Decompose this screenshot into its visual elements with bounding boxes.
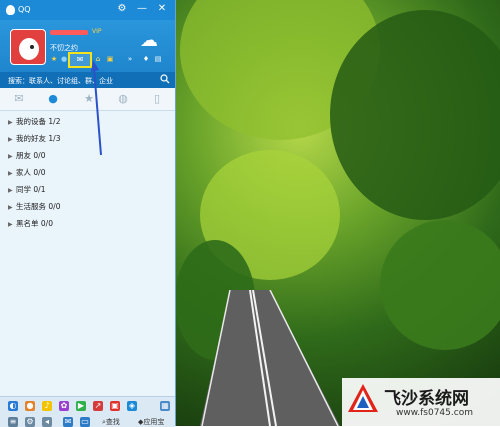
expand-arrow-icon: ▶ bbox=[8, 170, 13, 177]
penguin-icon[interactable]: ● bbox=[25, 401, 35, 411]
expand-arrow-icon: ▶ bbox=[8, 136, 13, 143]
status-dot-icon[interactable]: ● bbox=[60, 55, 68, 63]
tab-mobile-icon[interactable]: ▯ bbox=[150, 92, 164, 106]
group-item[interactable]: ▶ 家人 0/0 bbox=[8, 167, 45, 178]
qq-titlebar[interactable]: QQ ⚙ — ✕ bbox=[0, 0, 175, 20]
id-icon[interactable]: ▣ bbox=[110, 401, 120, 411]
mail-icon[interactable]: ✉ bbox=[68, 52, 92, 68]
find-label: 查找 bbox=[105, 418, 120, 426]
main-tabs: ✉ ● ★ ◍ ▯ bbox=[0, 88, 175, 111]
group-count: 0/0 bbox=[40, 219, 53, 228]
site-watermark: 飞沙系统网 www.fs0745.com bbox=[342, 378, 500, 426]
more-icon[interactable]: » bbox=[126, 55, 134, 63]
expand-arrow-icon: ▶ bbox=[8, 221, 13, 228]
group-count: 0/1 bbox=[33, 185, 46, 194]
tab-contacts-icon[interactable]: ● bbox=[46, 92, 60, 106]
group-count: 0/0 bbox=[33, 168, 46, 177]
app-store-label: 应用宝 bbox=[143, 418, 165, 426]
tab-messages-icon[interactable]: ✉ bbox=[12, 92, 26, 106]
qq-main-panel: QQ ⚙ — ✕ VIP 不忉之约 ★ ● ⌂ ▣ » ♦ ▤ ✉ ☁ 搜索：联… bbox=[0, 0, 176, 427]
annotation-arrow bbox=[91, 60, 102, 156]
music-icon[interactable]: ♪ bbox=[42, 401, 52, 411]
settings-icon[interactable]: ⚙ bbox=[116, 3, 128, 15]
vip-badge[interactable]: VIP bbox=[92, 28, 102, 35]
qq-zone-icon[interactable]: ◐ bbox=[8, 401, 18, 411]
group-name: 生活服务 bbox=[16, 202, 46, 211]
group-item[interactable]: ▶ 黑名单 0/0 bbox=[8, 218, 53, 229]
group-name: 同学 bbox=[16, 185, 31, 194]
group-count: 1/3 bbox=[48, 134, 61, 143]
cloud-sun-icon[interactable]: ☁ bbox=[140, 30, 166, 52]
minimize-icon[interactable]: — bbox=[136, 3, 148, 15]
nickname-redacted[interactable] bbox=[50, 30, 88, 35]
group-count: 0/0 bbox=[48, 202, 61, 211]
expand-arrow-icon: ▶ bbox=[8, 187, 13, 194]
search-icon[interactable] bbox=[160, 74, 170, 84]
dog-avatar-icon bbox=[19, 38, 39, 60]
group-name: 朋友 bbox=[16, 151, 31, 160]
play-icon[interactable]: ▶ bbox=[76, 401, 86, 411]
tab-groups-icon[interactable]: ◍ bbox=[116, 92, 130, 106]
site-title: 飞沙系统网 bbox=[384, 389, 469, 409]
search-bar[interactable]: 搜索：联系人、讨论组、群、企业 bbox=[0, 72, 175, 88]
group-count: 0/0 bbox=[33, 151, 46, 160]
group-item[interactable]: ▶ 我的好友 1/3 bbox=[8, 133, 60, 144]
group-item[interactable]: ▶ 生活服务 0/0 bbox=[8, 201, 60, 212]
avatar[interactable] bbox=[10, 29, 46, 65]
star-icon[interactable]: ★ bbox=[50, 55, 58, 63]
profile-area: VIP 不忉之约 ★ ● ⌂ ▣ » ♦ ▤ ✉ ☁ bbox=[0, 20, 175, 72]
security-icon[interactable]: ◈ bbox=[127, 401, 137, 411]
group-name: 我的设备 bbox=[16, 117, 46, 126]
group-name: 黑名单 bbox=[16, 219, 39, 228]
group-name: 家人 bbox=[16, 168, 31, 177]
close-icon[interactable]: ✕ bbox=[156, 3, 168, 15]
expand-arrow-icon: ▶ bbox=[8, 119, 13, 126]
window-title: QQ bbox=[18, 5, 31, 14]
app-box-icon[interactable]: ▤ bbox=[154, 55, 162, 63]
group-name: 我的好友 bbox=[16, 134, 46, 143]
group-item[interactable]: ▶ 我的设备 1/2 bbox=[8, 116, 60, 127]
qq-logo-icon bbox=[6, 5, 15, 15]
expand-arrow-icon: ▶ bbox=[8, 204, 13, 211]
group-item[interactable]: ▶ 朋友 0/0 bbox=[8, 150, 45, 161]
site-logo-icon bbox=[348, 384, 378, 412]
shirt-icon[interactable]: ♦ bbox=[142, 55, 150, 63]
site-url: www.fs0745.com bbox=[396, 408, 473, 418]
grid-menu-icon[interactable]: ▦ bbox=[160, 401, 170, 411]
flower-icon[interactable]: ✿ bbox=[59, 401, 69, 411]
expand-arrow-icon: ▶ bbox=[8, 153, 13, 160]
avatar-eye bbox=[30, 45, 34, 49]
stock-icon[interactable]: ↗ bbox=[93, 401, 103, 411]
gift-icon[interactable]: ▣ bbox=[106, 55, 114, 63]
group-count: 1/2 bbox=[48, 117, 61, 126]
group-item[interactable]: ▶ 同学 0/1 bbox=[8, 184, 45, 195]
bottom-toolbar: ◐ ● ♪ ✿ ▶ ↗ ▣ ◈ ▦ ≡ ⚙ ◂ ✉ ▭ ⌕查找 ◆应用宝 bbox=[0, 396, 175, 427]
